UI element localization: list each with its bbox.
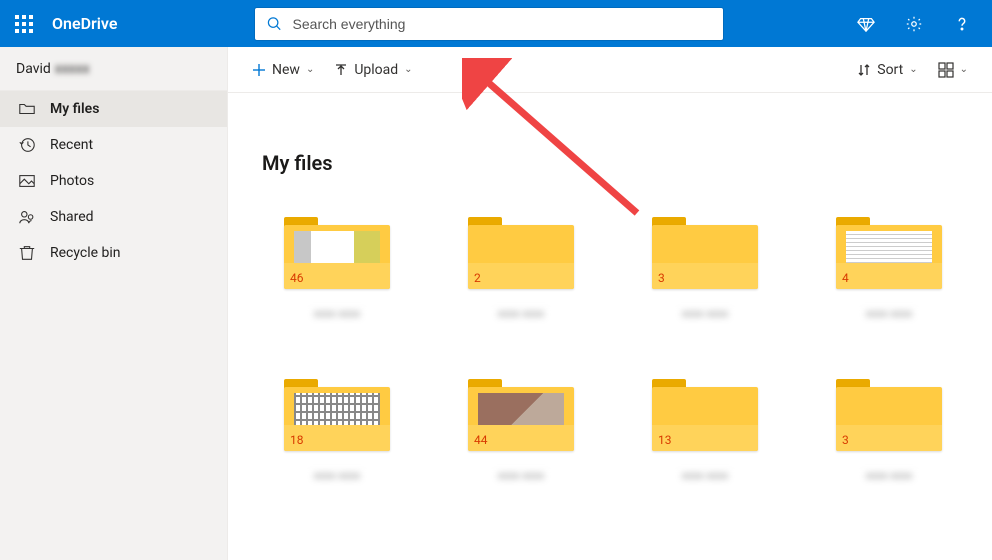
upload-button[interactable]: Upload ⌄ <box>328 58 418 82</box>
view-button[interactable]: ⌄ <box>932 58 974 82</box>
folder-label-obscured: xxxx xxxx <box>295 469 379 497</box>
sidebar-item-label: Recycle bin <box>50 245 121 261</box>
header: OneDrive <box>0 0 992 47</box>
user-row[interactable]: David xxxxx <box>0 47 227 91</box>
folder-count: 4 <box>842 271 849 285</box>
sidebar-item-recycle-bin[interactable]: Recycle bin <box>0 235 227 271</box>
folder-count: 2 <box>474 271 481 285</box>
sidebar-item-label: My files <box>50 101 99 117</box>
folder-count: 44 <box>474 433 488 447</box>
folder-tile[interactable]: 3 xxxx xxxx <box>814 379 964 497</box>
sidebar-item-photos[interactable]: Photos <box>0 163 227 199</box>
app-title: OneDrive <box>52 14 117 33</box>
gear-icon <box>905 15 923 33</box>
recent-icon <box>18 136 36 154</box>
sort-button[interactable]: Sort ⌄ <box>851 58 923 82</box>
user-last-name-obscured: xxxxx <box>55 61 90 77</box>
waffle-icon <box>15 15 33 33</box>
sidebar-item-label: Recent <box>50 137 93 153</box>
premium-button[interactable] <box>846 0 886 47</box>
folder-count: 3 <box>842 433 849 447</box>
folder-icon-large: 3 <box>836 379 942 451</box>
folder-icon-large: 13 <box>652 379 758 451</box>
folder-tile[interactable]: 3 xxxx xxxx <box>630 217 780 335</box>
folder-grid: 46 xxxx xxxx 2 xxxx xxxx 3 xxxx xxxx <box>262 217 992 497</box>
folder-label-obscured: xxxx xxxx <box>847 307 931 335</box>
search-icon <box>267 16 282 32</box>
main: New ⌄ Upload ⌄ Sort ⌄ ⌄ My files <box>228 47 992 560</box>
folder-label-obscured: xxxx xxxx <box>479 307 563 335</box>
folder-count: 18 <box>290 433 304 447</box>
photo-icon <box>18 172 36 190</box>
chevron-down-icon: ⌄ <box>306 64 314 75</box>
grid-view-icon <box>938 62 954 78</box>
chevron-down-icon: ⌄ <box>909 64 917 75</box>
folder-count: 3 <box>658 271 665 285</box>
app-launcher-button[interactable] <box>0 0 48 47</box>
search-box[interactable] <box>255 8 723 40</box>
folder-tile[interactable]: 44 xxxx xxxx <box>446 379 596 497</box>
search-wrap <box>255 8 846 40</box>
settings-button[interactable] <box>894 0 934 47</box>
folder-label-obscured: xxxx xxxx <box>663 469 747 497</box>
plus-icon <box>252 63 266 77</box>
folder-icon <box>18 100 36 118</box>
new-button[interactable]: New ⌄ <box>246 58 320 82</box>
folder-label-obscured: xxxx xxxx <box>663 307 747 335</box>
diamond-icon <box>857 15 875 33</box>
sidebar: David xxxxx My files Recent Photos Share… <box>0 47 228 560</box>
folder-icon-large: 46 <box>284 217 390 289</box>
folder-tile[interactable]: 13 xxxx xxxx <box>630 379 780 497</box>
recycle-icon <box>18 244 36 262</box>
content-title: My files <box>262 151 992 175</box>
shared-icon <box>18 208 36 226</box>
folder-tile[interactable]: 18 xxxx xxxx <box>262 379 412 497</box>
user-first-name: David <box>16 61 51 77</box>
folder-count: 13 <box>658 433 672 447</box>
sidebar-item-label: Photos <box>50 173 94 189</box>
help-icon <box>953 15 971 33</box>
folder-tile[interactable]: 4 xxxx xxxx <box>814 217 964 335</box>
folder-icon-large: 4 <box>836 217 942 289</box>
upload-icon <box>334 63 348 77</box>
chevron-down-icon: ⌄ <box>960 64 968 75</box>
folder-label-obscured: xxxx xxxx <box>847 469 931 497</box>
folder-icon-large: 18 <box>284 379 390 451</box>
new-label: New <box>272 62 300 78</box>
sidebar-item-shared[interactable]: Shared <box>0 199 227 235</box>
sidebar-item-my-files[interactable]: My files <box>0 91 227 127</box>
folder-label-obscured: xxxx xxxx <box>479 469 563 497</box>
sort-label: Sort <box>877 62 903 78</box>
sidebar-item-label: Shared <box>50 209 94 225</box>
folder-count: 46 <box>290 271 304 285</box>
sort-icon <box>857 63 871 77</box>
folder-tile[interactable]: 2 xxxx xxxx <box>446 217 596 335</box>
folder-label-obscured: xxxx xxxx <box>295 307 379 335</box>
folder-icon-large: 3 <box>652 217 758 289</box>
help-button[interactable] <box>942 0 982 47</box>
toolbar: New ⌄ Upload ⌄ Sort ⌄ ⌄ <box>228 47 992 93</box>
search-input[interactable] <box>293 16 716 32</box>
sidebar-item-recent[interactable]: Recent <box>0 127 227 163</box>
upload-label: Upload <box>354 62 398 78</box>
folder-icon-large: 2 <box>468 217 574 289</box>
folder-tile[interactable]: 46 xxxx xxxx <box>262 217 412 335</box>
header-actions <box>846 0 982 47</box>
chevron-down-icon: ⌄ <box>404 64 412 75</box>
folder-icon-large: 44 <box>468 379 574 451</box>
